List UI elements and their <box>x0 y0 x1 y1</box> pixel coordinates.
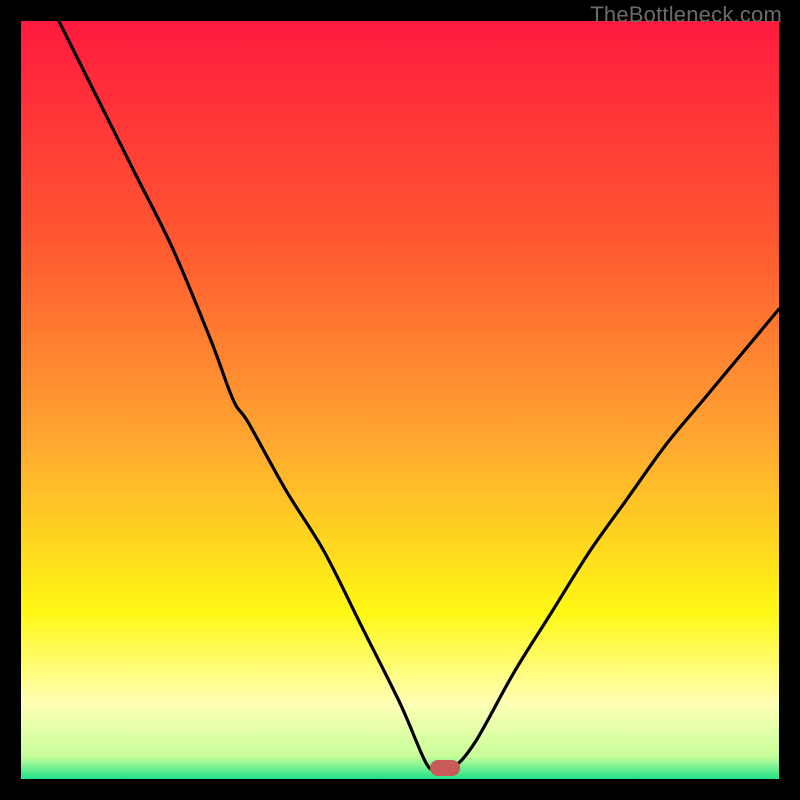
bottleneck-curve <box>21 21 779 779</box>
plot-area <box>21 21 779 779</box>
watermark-text: TheBottleneck.com <box>590 2 782 28</box>
chart-frame: TheBottleneck.com <box>0 0 800 800</box>
optimal-marker <box>430 760 460 776</box>
